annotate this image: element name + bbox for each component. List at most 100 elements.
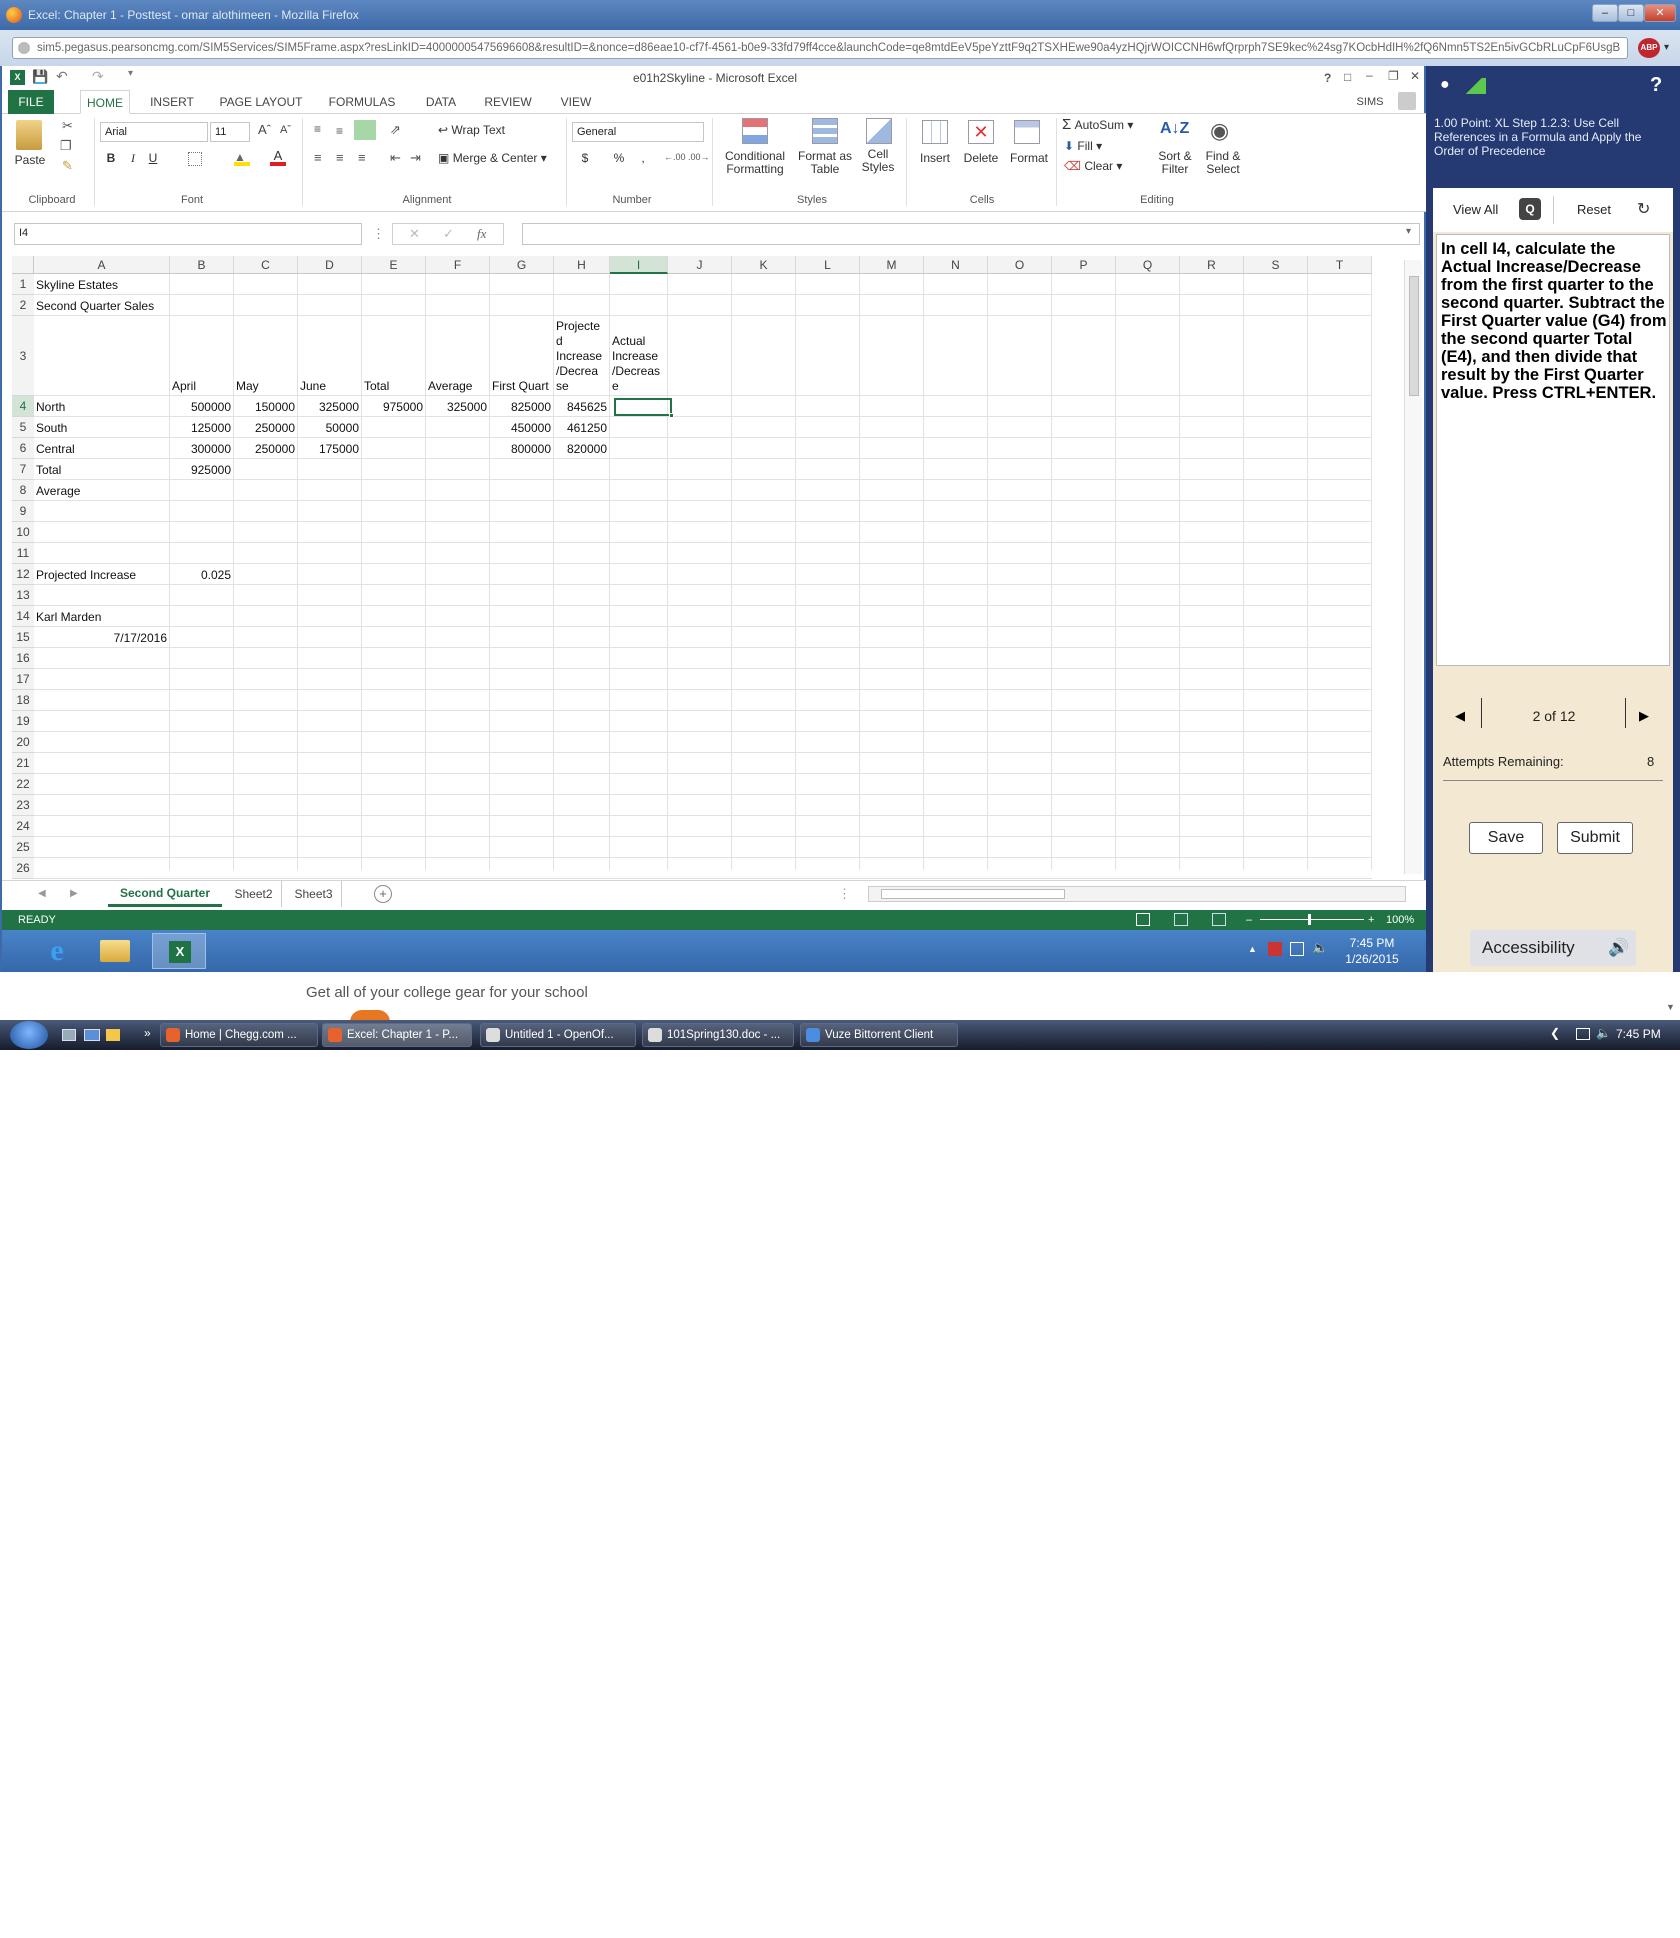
paste-icon[interactable] — [16, 120, 42, 150]
cell-b6[interactable]: 300000 — [170, 441, 231, 458]
top-align-icon[interactable]: ≡ — [314, 122, 321, 136]
cell-i3[interactable]: Actual Increase/Decreas e — [612, 334, 667, 394]
cell-d4[interactable]: 325000 — [298, 399, 359, 416]
column-header[interactable]: G — [490, 256, 554, 274]
column-header[interactable]: S — [1244, 256, 1308, 274]
fill-color-icon[interactable]: ▲ — [234, 150, 250, 166]
clear-button[interactable]: ⌫ Clear ▾ — [1064, 160, 1134, 173]
adblock-dropdown-icon[interactable]: ▾ — [1664, 42, 1669, 53]
volume-icon[interactable]: 🔈 — [1312, 940, 1328, 956]
cell-e4[interactable]: 975000 — [362, 399, 423, 416]
cell-a12[interactable]: Projected Increase — [36, 567, 136, 584]
increase-decimal-icon[interactable]: ←.00 — [664, 152, 686, 162]
cell-b4[interactable]: 500000 — [170, 399, 231, 416]
cell-b7[interactable]: 925000 — [170, 462, 231, 479]
excel-close-icon[interactable]: ✕ — [1410, 69, 1420, 83]
ribbon-display-icon[interactable]: □ — [1344, 70, 1351, 84]
column-header[interactable]: Q — [1116, 256, 1180, 274]
tab-page-layout[interactable]: PAGE LAYOUT — [214, 90, 308, 114]
borders-icon[interactable] — [188, 152, 202, 166]
underline-button[interactable]: U — [146, 152, 160, 165]
cell-a4[interactable]: North — [36, 399, 65, 416]
column-header[interactable]: J — [668, 256, 732, 274]
cell-h6[interactable]: 820000 — [554, 441, 607, 458]
paste-button[interactable]: Paste — [14, 154, 46, 167]
tray-volume-icon[interactable]: 🔈 — [1596, 1026, 1611, 1040]
font-name-select[interactable]: Arial — [100, 122, 208, 142]
add-sheet-icon[interactable]: + — [374, 885, 392, 903]
view-all-icon[interactable]: Q — [1519, 198, 1541, 220]
column-header[interactable]: I — [610, 256, 668, 274]
user-avatar[interactable] — [1398, 92, 1416, 110]
cell-d5[interactable]: 50000 — [298, 420, 359, 437]
column-header[interactable]: F — [426, 256, 490, 274]
format-as-table-button[interactable]: Format as Table — [794, 150, 856, 176]
name-box[interactable]: I4 — [14, 223, 362, 245]
tab-data[interactable]: DATA — [416, 90, 466, 114]
row-header[interactable]: 16 — [12, 648, 34, 669]
cell-h5[interactable]: 461250 — [554, 420, 607, 437]
column-header[interactable]: R — [1180, 256, 1244, 274]
excel-restore-icon[interactable]: ❐ — [1388, 69, 1399, 83]
autosum-button[interactable]: Σ AutoSum ▾ — [1062, 117, 1152, 132]
accessibility-button[interactable]: Accessibility 🔊 — [1470, 930, 1636, 966]
column-header[interactable]: B — [170, 256, 234, 274]
show-hidden-icons[interactable]: ▲ — [1248, 944, 1257, 954]
tray-network-icon[interactable] — [1576, 1028, 1590, 1040]
comma-button[interactable]: , — [638, 152, 648, 165]
close-window-button[interactable]: ✕ — [1644, 4, 1676, 22]
row-header[interactable]: 22 — [12, 774, 34, 795]
quick-launch-icon[interactable] — [84, 1029, 100, 1041]
prev-step-icon[interactable]: ◀ — [1455, 708, 1465, 724]
excel-help-icon[interactable]: ? — [1324, 71, 1331, 85]
column-header[interactable]: T — [1308, 256, 1372, 274]
cell-a14[interactable]: Karl Marden — [36, 609, 101, 626]
copy-icon[interactable]: ❐ — [60, 138, 72, 154]
worksheet-grid[interactable]: ABCDEFGHIJKLMNOPQRST 1 2 3 4 5 6 7 8 9 10 11 12 13 14… — [2, 256, 1428, 880]
user-name[interactable]: SIMS — [1348, 90, 1392, 114]
row-header[interactable]: 9 — [12, 501, 34, 522]
save-button[interactable]: Save — [1469, 822, 1543, 854]
action-center-icon[interactable] — [1268, 942, 1282, 956]
row-header[interactable]: 23 — [12, 795, 34, 816]
more-quick-launch-icon[interactable]: » — [144, 1026, 151, 1040]
italic-button[interactable]: I — [126, 152, 140, 165]
wrap-text-button[interactable]: ↩ Wrap Text — [438, 124, 518, 137]
reset-button[interactable]: Reset — [1577, 202, 1611, 217]
cell-e3[interactable]: Total — [364, 378, 389, 395]
currency-button[interactable]: $ — [578, 152, 592, 165]
align-left-icon[interactable]: ≡ — [314, 150, 322, 165]
tab-home[interactable]: HOME — [80, 90, 130, 114]
cell-d3[interactable]: June — [300, 378, 326, 395]
cell-b3[interactable]: April — [172, 378, 196, 395]
adblock-icon[interactable]: ABP — [1638, 38, 1660, 58]
tab-split-icon[interactable]: ⋮ — [838, 886, 851, 902]
row-header[interactable]: 7 — [12, 459, 34, 480]
tab-insert[interactable]: INSERT — [146, 90, 198, 114]
taskbar-item-openoffice[interactable]: Untitled 1 - OpenOf... — [480, 1023, 636, 1047]
sheet-tab-sheet2[interactable]: Sheet2 — [226, 881, 282, 907]
row-header[interactable]: 11 — [12, 543, 34, 564]
vertical-scrollbar[interactable] — [1404, 260, 1422, 874]
tab-view[interactable]: VIEW — [552, 90, 600, 114]
tab-file[interactable]: FILE — [8, 90, 54, 114]
decrease-decimal-icon[interactable]: .00→ — [688, 152, 710, 162]
column-header[interactable]: N — [924, 256, 988, 274]
cell-styles-button[interactable]: Cell Styles — [858, 148, 898, 174]
format-as-table-icon[interactable] — [812, 118, 838, 144]
zoom-level[interactable]: 100% — [1386, 910, 1414, 930]
align-center-icon[interactable]: ≡ — [336, 150, 344, 165]
ad-text[interactable]: Get all of your college gear for your sc… — [306, 984, 588, 1001]
row-header[interactable]: 19 — [12, 711, 34, 732]
row-header[interactable]: 24 — [12, 816, 34, 837]
column-header[interactable]: P — [1052, 256, 1116, 274]
cell-b12[interactable]: 0.025 — [170, 567, 231, 584]
page-scroll-down-icon[interactable]: ▼ — [1666, 1002, 1675, 1012]
cell-c3[interactable]: May — [236, 378, 259, 395]
row-header[interactable]: 1 — [12, 274, 34, 295]
zoom-in-icon[interactable]: + — [1368, 910, 1374, 930]
cell-a7[interactable]: Total — [36, 462, 61, 479]
fill-button[interactable]: ⬇ Fill ▾ — [1064, 140, 1134, 153]
row-header[interactable]: 4 — [12, 396, 34, 417]
internet-explorer-icon[interactable]: e — [40, 934, 74, 968]
